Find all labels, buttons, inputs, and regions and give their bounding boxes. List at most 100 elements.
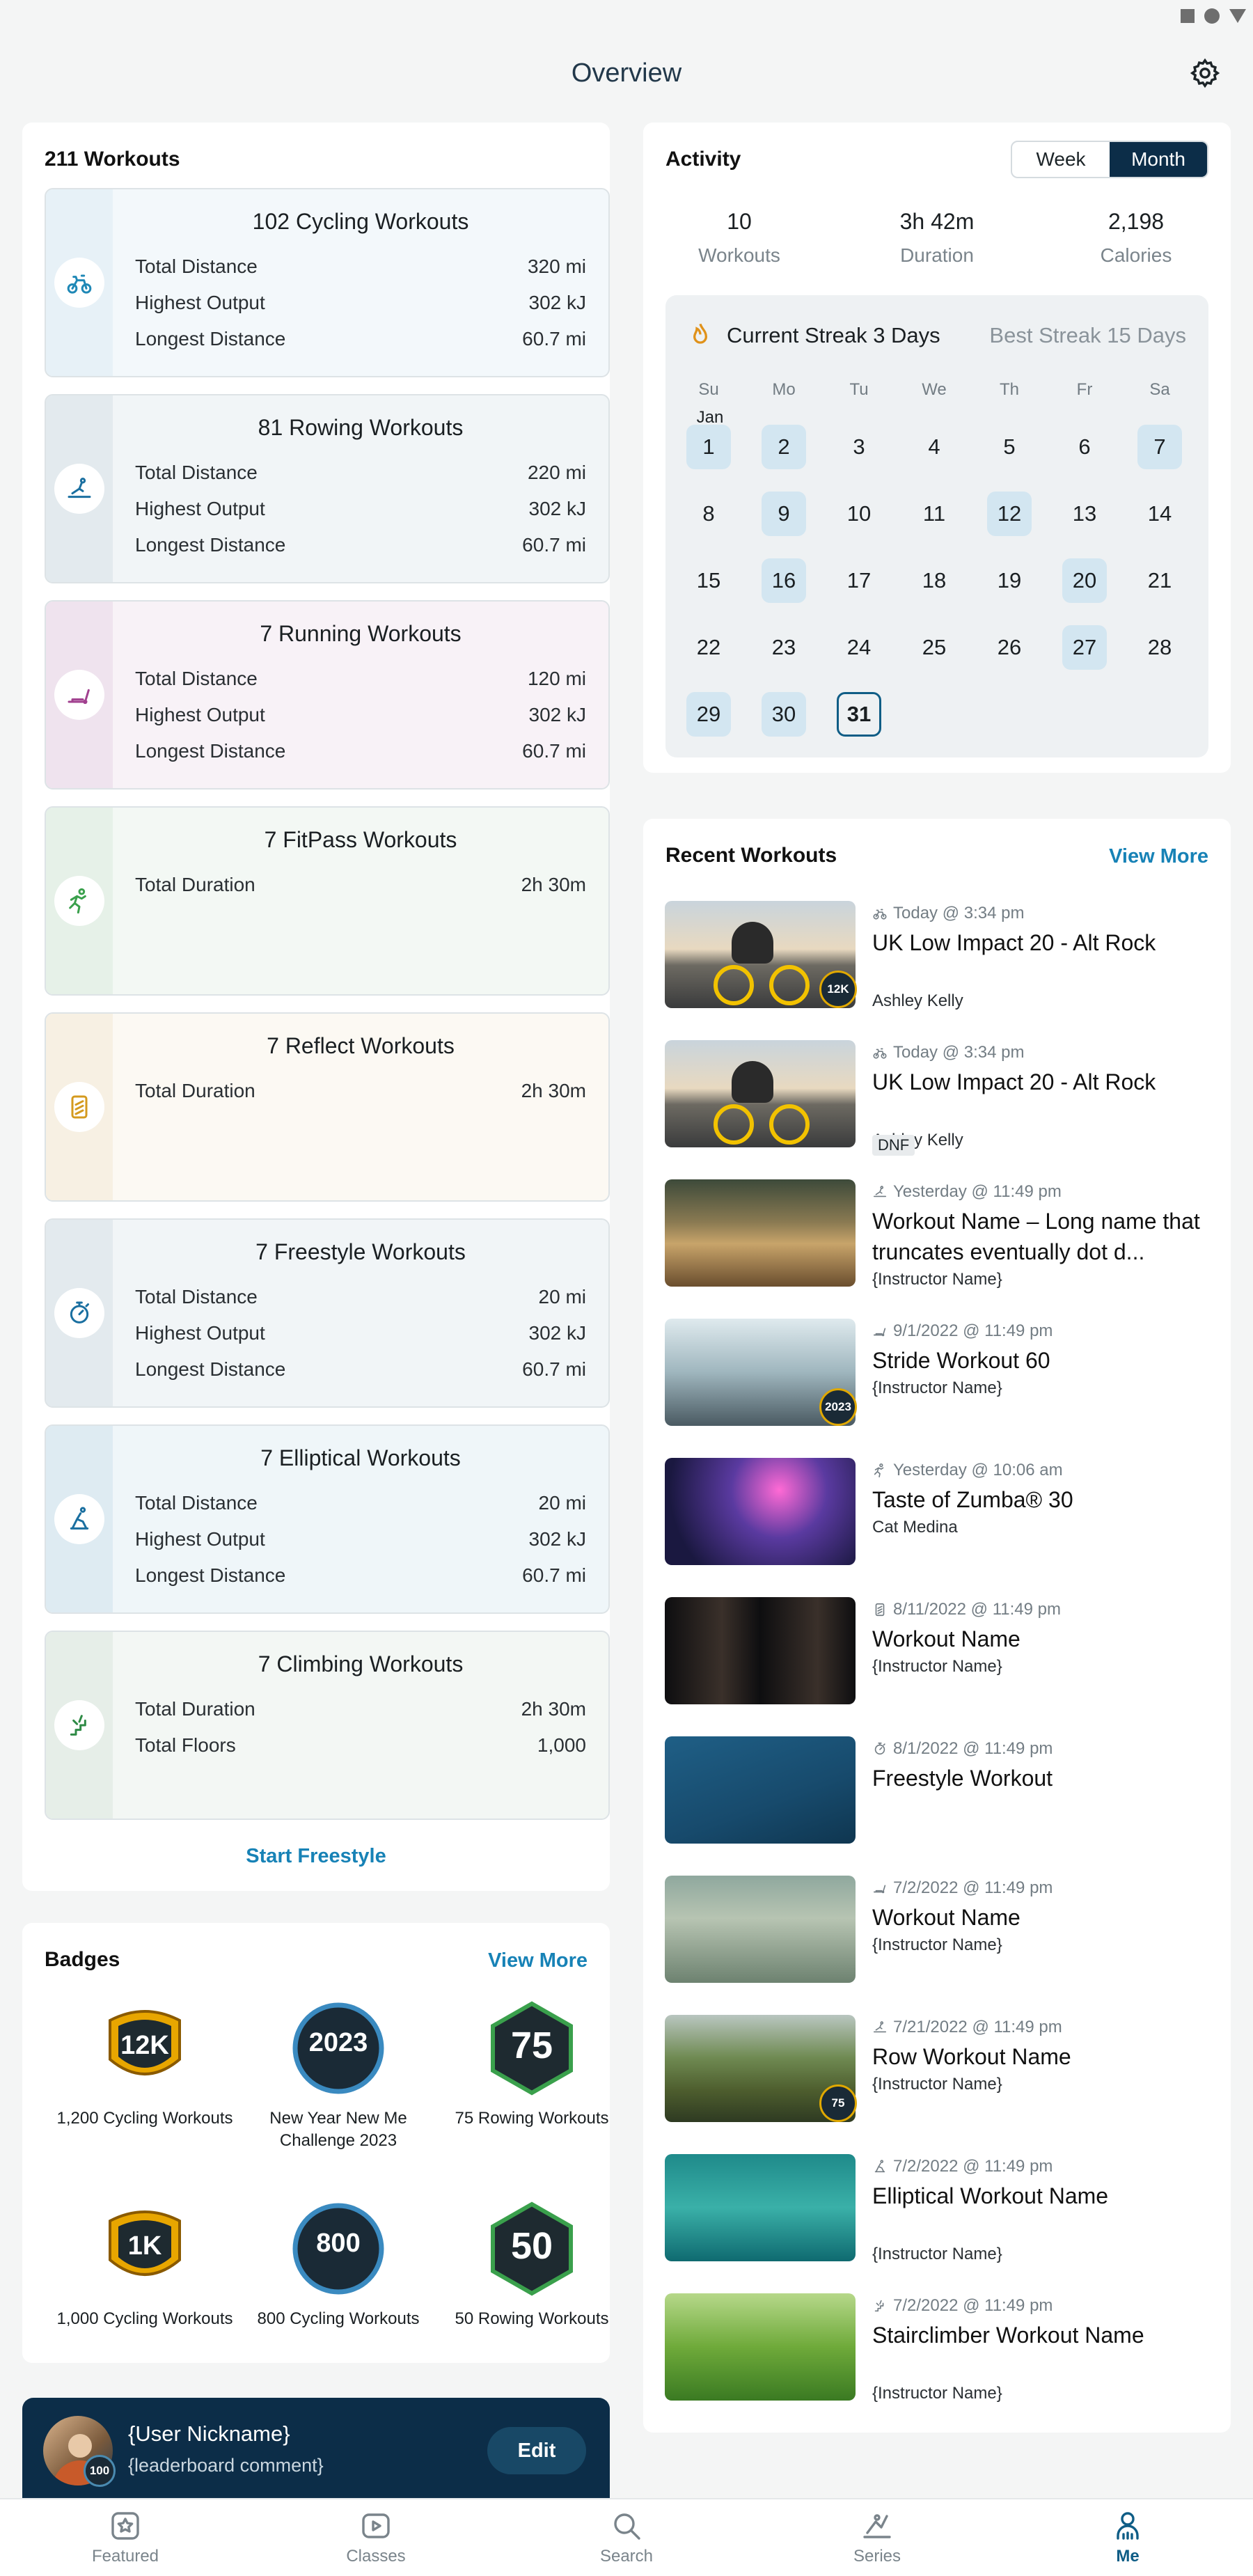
workout-meta: 9/1/2022 @ 11:49 pm xyxy=(872,1321,1053,1341)
calendar-day[interactable]: 2 xyxy=(762,425,806,469)
nav-featured[interactable]: Featured xyxy=(0,2499,251,2576)
card-strip xyxy=(46,1014,113,1200)
card-strip xyxy=(46,602,113,788)
calendar-day[interactable]: 20 xyxy=(1062,558,1107,603)
calendar-day[interactable]: 18 xyxy=(912,558,956,603)
stat-value: 120 mi xyxy=(527,668,586,689)
stat-label: Longest Distance xyxy=(135,328,286,350)
recent-workout-item[interactable]: 75 7/21/2022 @ 11:49 pm Row Workout Name {I… xyxy=(665,2015,1250,2126)
fitpass-icon xyxy=(69,888,86,914)
badges-view-more[interactable]: View More xyxy=(488,1949,588,1972)
stat-row: Total Floors 1,000 xyxy=(135,1727,586,1764)
calendar-day[interactable]: 16 xyxy=(762,558,806,603)
workout-card[interactable]: 7 Running Workouts Total Distance 120 mi Hi… xyxy=(45,600,610,790)
badge-item[interactable]: 800 800 Cycling Workouts xyxy=(248,2200,429,2330)
calendar-day[interactable]: 17 xyxy=(837,558,881,603)
workout-thumbnail[interactable] xyxy=(665,2154,856,2261)
stat-value: 302 kJ xyxy=(528,498,587,519)
workout-card[interactable]: 7 FitPass Workouts Total Duration 2h 30m xyxy=(45,806,610,996)
recent-workout-item[interactable]: 7/2/2022 @ 11:49 pm Stairclimber Workout … xyxy=(665,2293,1250,2405)
calendar-day[interactable]: 30 xyxy=(762,692,806,737)
workout-title: Freestyle Workout xyxy=(872,1766,1053,1791)
workout-card[interactable]: 7 Reflect Workouts Total Duration 2h 30m xyxy=(45,1012,610,1202)
workout-thumbnail[interactable] xyxy=(665,2293,856,2401)
calendar-day[interactable]: 22 xyxy=(686,625,731,670)
recent-workout-item[interactable]: 8/11/2022 @ 11:49 pm Workout Name {Instruc… xyxy=(665,1597,1250,1709)
calendar-day[interactable]: 9 xyxy=(762,492,806,536)
workout-meta: Yesterday @ 11:49 pm xyxy=(872,1182,1062,1202)
workout-card[interactable]: 7 Elliptical Workouts Total Distance 20 mi… xyxy=(45,1424,610,1614)
workout-thumbnail[interactable] xyxy=(665,1179,856,1287)
gear-icon[interactable] xyxy=(1189,57,1221,89)
badge-text: 75 xyxy=(511,2025,553,2066)
calendar-day[interactable]: 6 xyxy=(1062,425,1107,469)
calendar-day[interactable]: 14 xyxy=(1137,492,1182,536)
calendar-day[interactable]: 31 xyxy=(837,692,881,737)
workout-thumbnail[interactable] xyxy=(665,1458,856,1565)
instructor-name: {Instructor Name} xyxy=(872,2245,1002,2263)
recent-workout-item[interactable]: 12K Today @ 3:34 pm UK Low Impact 20 - Alt… xyxy=(665,901,1250,1012)
calendar-day[interactable]: 28 xyxy=(1137,625,1182,670)
bottom-nav: Featured Classes Search Series Me xyxy=(0,2498,1253,2576)
badge-item[interactable]: 50 50 Rowing Workouts xyxy=(441,2200,622,2330)
calendar-day[interactable]: 29 xyxy=(686,692,731,737)
recent-workout-item[interactable]: Yesterday @ 10:06 am Taste of Zumba® 30 Ca… xyxy=(665,1458,1250,1569)
calendar-day[interactable]: 12 xyxy=(987,492,1032,536)
calendar-day[interactable]: 19 xyxy=(987,558,1032,603)
current-streak: Current Streak 3 Days xyxy=(727,323,940,347)
workout-thumbnail[interactable] xyxy=(665,1876,856,1983)
calendar-day[interactable]: 8 xyxy=(686,492,731,536)
calendar-day[interactable]: 15 xyxy=(686,558,731,603)
recent-workout-item[interactable]: Today @ 3:34 pm UK Low Impact 20 - Alt Ro… xyxy=(665,1040,1250,1156)
stat-label: Total Distance xyxy=(135,1286,258,1307)
calendar-day[interactable]: 13 xyxy=(1062,492,1107,536)
recent-workout-item[interactable]: Yesterday @ 11:49 pm Workout Name – Long … xyxy=(665,1179,1250,1291)
page-title: Overview xyxy=(571,58,682,88)
calendar-day[interactable]: 7 xyxy=(1137,425,1182,469)
badge-item[interactable]: 75 75 Rowing Workouts xyxy=(441,2000,622,2130)
badge-item[interactable]: 12K 1,200 Cycling Workouts xyxy=(54,2000,235,2130)
calendar-day[interactable]: 25 xyxy=(912,625,956,670)
nav-classes[interactable]: Classes xyxy=(251,2499,501,2576)
bike-wheel xyxy=(769,1104,810,1145)
card-strip xyxy=(46,808,113,994)
calendar-day[interactable]: 23 xyxy=(762,625,806,670)
calendar-day[interactable]: 10 xyxy=(837,492,881,536)
badge-item[interactable]: 1K 1,000 Cycling Workouts xyxy=(54,2200,235,2330)
tab-month[interactable]: Month xyxy=(1110,142,1207,177)
badge-item[interactable]: 2023 New Year New Me Challenge 2023 xyxy=(248,2000,429,2152)
workout-card[interactable]: 7 Freestyle Workouts Total Distance 20 mi H… xyxy=(45,1218,610,1408)
workout-thumbnail[interactable] xyxy=(665,1597,856,1704)
tab-week[interactable]: Week xyxy=(1012,142,1110,177)
instructor-name: {Instructor Name} xyxy=(872,1657,1002,1676)
nav-series[interactable]: Series xyxy=(752,2499,1002,2576)
calendar-day[interactable]: 27 xyxy=(1062,625,1107,670)
recent-workout-item[interactable]: 7/2/2022 @ 11:49 pm Workout Name {Instruct… xyxy=(665,1876,1250,1987)
stat-row: Total Distance 20 mi xyxy=(135,1485,586,1521)
stat-row: Highest Output 302 kJ xyxy=(135,697,586,733)
calendar-day[interactable]: 21 xyxy=(1137,558,1182,603)
badges-title: Badges xyxy=(45,1948,120,1971)
workout-card[interactable]: 81 Rowing Workouts Total Distance 220 mi Hi… xyxy=(45,394,610,583)
edit-button[interactable]: Edit xyxy=(487,2427,586,2474)
nav-search[interactable]: Search xyxy=(501,2499,752,2576)
calendar-day[interactable]: 3 xyxy=(837,425,881,469)
recent-workout-item[interactable]: 7/2/2022 @ 11:49 pm Elliptical Workout Na… xyxy=(665,2154,1250,2265)
stat-label: Total Duration xyxy=(135,874,255,895)
recent-view-more[interactable]: View More xyxy=(1109,845,1208,868)
recent-workout-item[interactable]: 2023 9/1/2022 @ 11:49 pm Stride Workout 60… xyxy=(665,1319,1250,1430)
calendar-day[interactable]: 5 xyxy=(987,425,1032,469)
recent-workout-item[interactable]: 8/1/2022 @ 11:49 pm Freestyle Workout xyxy=(665,1736,1250,1848)
calendar-day[interactable]: 26 xyxy=(987,625,1032,670)
calendar-day[interactable]: 1 xyxy=(686,425,731,469)
workout-card[interactable]: 7 Climbing Workouts Total Duration 2h 30m T… xyxy=(45,1631,610,1820)
calendar-day[interactable]: 24 xyxy=(837,625,881,670)
workout-card[interactable]: 102 Cycling Workouts Total Distance 320 mi… xyxy=(45,188,610,377)
calendar-day[interactable]: 11 xyxy=(912,492,956,536)
workout-thumbnail[interactable] xyxy=(665,1040,856,1147)
workout-date: 8/1/2022 @ 11:49 pm xyxy=(893,1739,1053,1758)
calendar-day[interactable]: 4 xyxy=(912,425,956,469)
workout-thumbnail[interactable] xyxy=(665,1736,856,1844)
start-freestyle-link[interactable]: Start Freestyle xyxy=(22,1845,610,1868)
nav-me[interactable]: Me xyxy=(1002,2499,1253,2576)
